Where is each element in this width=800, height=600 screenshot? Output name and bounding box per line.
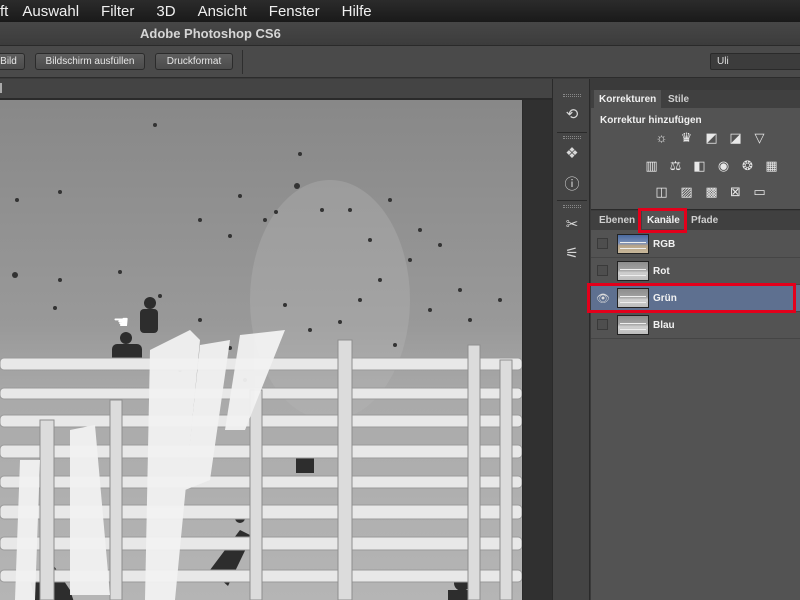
document-vertical-scroll-area[interactable] [523,100,552,600]
layers-tab-bar: Ebenen Kanäle Pfade [591,211,800,230]
menu-bar: ft Auswahl Filter 3D Ansicht Fenster Hil… [0,0,800,22]
options-bar: Bild Bildschirm ausfüllen Druckformat Ul… [0,46,800,78]
levels-icon[interactable]: ♛ [678,130,695,145]
tools-preset-icon[interactable]: ✂ [562,214,582,234]
visibility-toggle[interactable] [597,265,608,276]
adjustments-tab-bar: Korrekturen Stile [591,90,800,108]
hand-cursor-icon: ☚ [113,312,129,333]
dock-divider [557,132,587,133]
channel-row-rgb[interactable]: RGB [591,231,800,258]
menu-item-fenster[interactable]: Fenster [269,3,320,20]
menu-item-auswahl[interactable]: Auswahl [22,3,79,20]
dock-grip[interactable] [563,205,581,208]
visibility-toggle[interactable] [597,238,608,249]
document-tab-bar [0,79,552,99]
collapsed-panel-dock: ⟲ ❖ ⓘ ✂ ⚟ [552,79,590,600]
dock-grip[interactable] [563,94,581,97]
tab-korrekturen[interactable]: Korrekturen [594,90,662,108]
brush-settings-icon[interactable]: ⚟ [562,243,582,263]
channel-thumbnail [617,315,649,335]
exposure-icon[interactable]: ◪ [727,130,744,145]
channel-label: RGB [653,239,676,250]
selective-color-icon[interactable]: ⊠ [727,184,744,199]
invert-icon[interactable]: ◫ [653,184,670,199]
brightness-contrast-icon[interactable]: ☼ [653,130,670,145]
canvas-photo: ☚ [0,100,522,600]
curves-icon[interactable]: ◩ [703,130,720,145]
channels-panel: Ebenen Kanäle Pfade RGB Rot 👁 Grün Blau [591,211,800,600]
adjustments-panel: Korrekturen Stile Korrektur hinzufügen ☼… [591,90,800,210]
tab-kanaele[interactable]: Kanäle [642,211,685,229]
options-separator [242,50,243,74]
photo-filter-icon[interactable]: ◉ [715,158,732,173]
threshold-icon[interactable]: ▩ [703,184,720,199]
title-bar: Adobe Photoshop CS6 [0,22,800,46]
channel-row-gruen[interactable]: 👁 Grün [591,285,800,312]
visibility-toggle[interactable] [597,319,608,330]
workspace-select[interactable]: Uli [710,53,800,70]
info-icon[interactable]: ⓘ [562,173,582,193]
window-title: Adobe Photoshop CS6 [140,26,281,41]
fit-image-button[interactable]: Bild [0,53,25,70]
menu-item-filter[interactable]: Filter [101,3,134,20]
tab-edge [0,83,6,93]
tab-pfade[interactable]: Pfade [686,211,723,229]
channel-thumbnail [617,261,649,281]
tab-stile[interactable]: Stile [663,90,694,108]
channel-mixer-icon[interactable]: ❂ [739,158,756,173]
tab-ebenen[interactable]: Ebenen [594,211,640,229]
gradient-map-icon[interactable]: ▭ [751,184,768,199]
channel-thumbnail [617,234,649,254]
menu-item-hilfe[interactable]: Hilfe [342,3,372,20]
dock-divider [557,200,587,201]
eye-icon[interactable]: 👁 [596,291,610,305]
document-canvas[interactable]: ☚ [0,100,522,600]
document-area: ☚ [0,79,552,600]
channel-label: Grün [653,293,677,304]
adjustments-heading: Korrektur hinzufügen [600,115,702,126]
hue-saturation-icon[interactable]: ▥ [643,158,660,173]
color-lookup-icon[interactable]: ▦ [763,158,780,173]
print-size-button[interactable]: Druckformat [155,53,233,70]
fill-screen-button[interactable]: Bildschirm ausfüllen [35,53,145,70]
black-white-icon[interactable]: ◧ [691,158,708,173]
channel-label: Blau [653,320,675,331]
menu-item-3d[interactable]: 3D [156,3,175,20]
channel-label: Rot [653,266,670,277]
3d-icon[interactable]: ❖ [562,143,582,163]
posterize-icon[interactable]: ▨ [678,184,695,199]
color-balance-icon[interactable]: ⚖ [667,158,684,173]
menu-item-ansicht[interactable]: Ansicht [198,3,247,20]
history-icon[interactable]: ⟲ [562,104,582,124]
channel-thumbnail [617,288,649,308]
menu-item-help-partial[interactable]: ft [0,3,8,20]
channel-row-rot[interactable]: Rot [591,258,800,285]
dock-grip[interactable] [563,136,581,139]
channel-row-blau[interactable]: Blau [591,312,800,339]
vibrance-icon[interactable]: ▽ [751,130,768,145]
